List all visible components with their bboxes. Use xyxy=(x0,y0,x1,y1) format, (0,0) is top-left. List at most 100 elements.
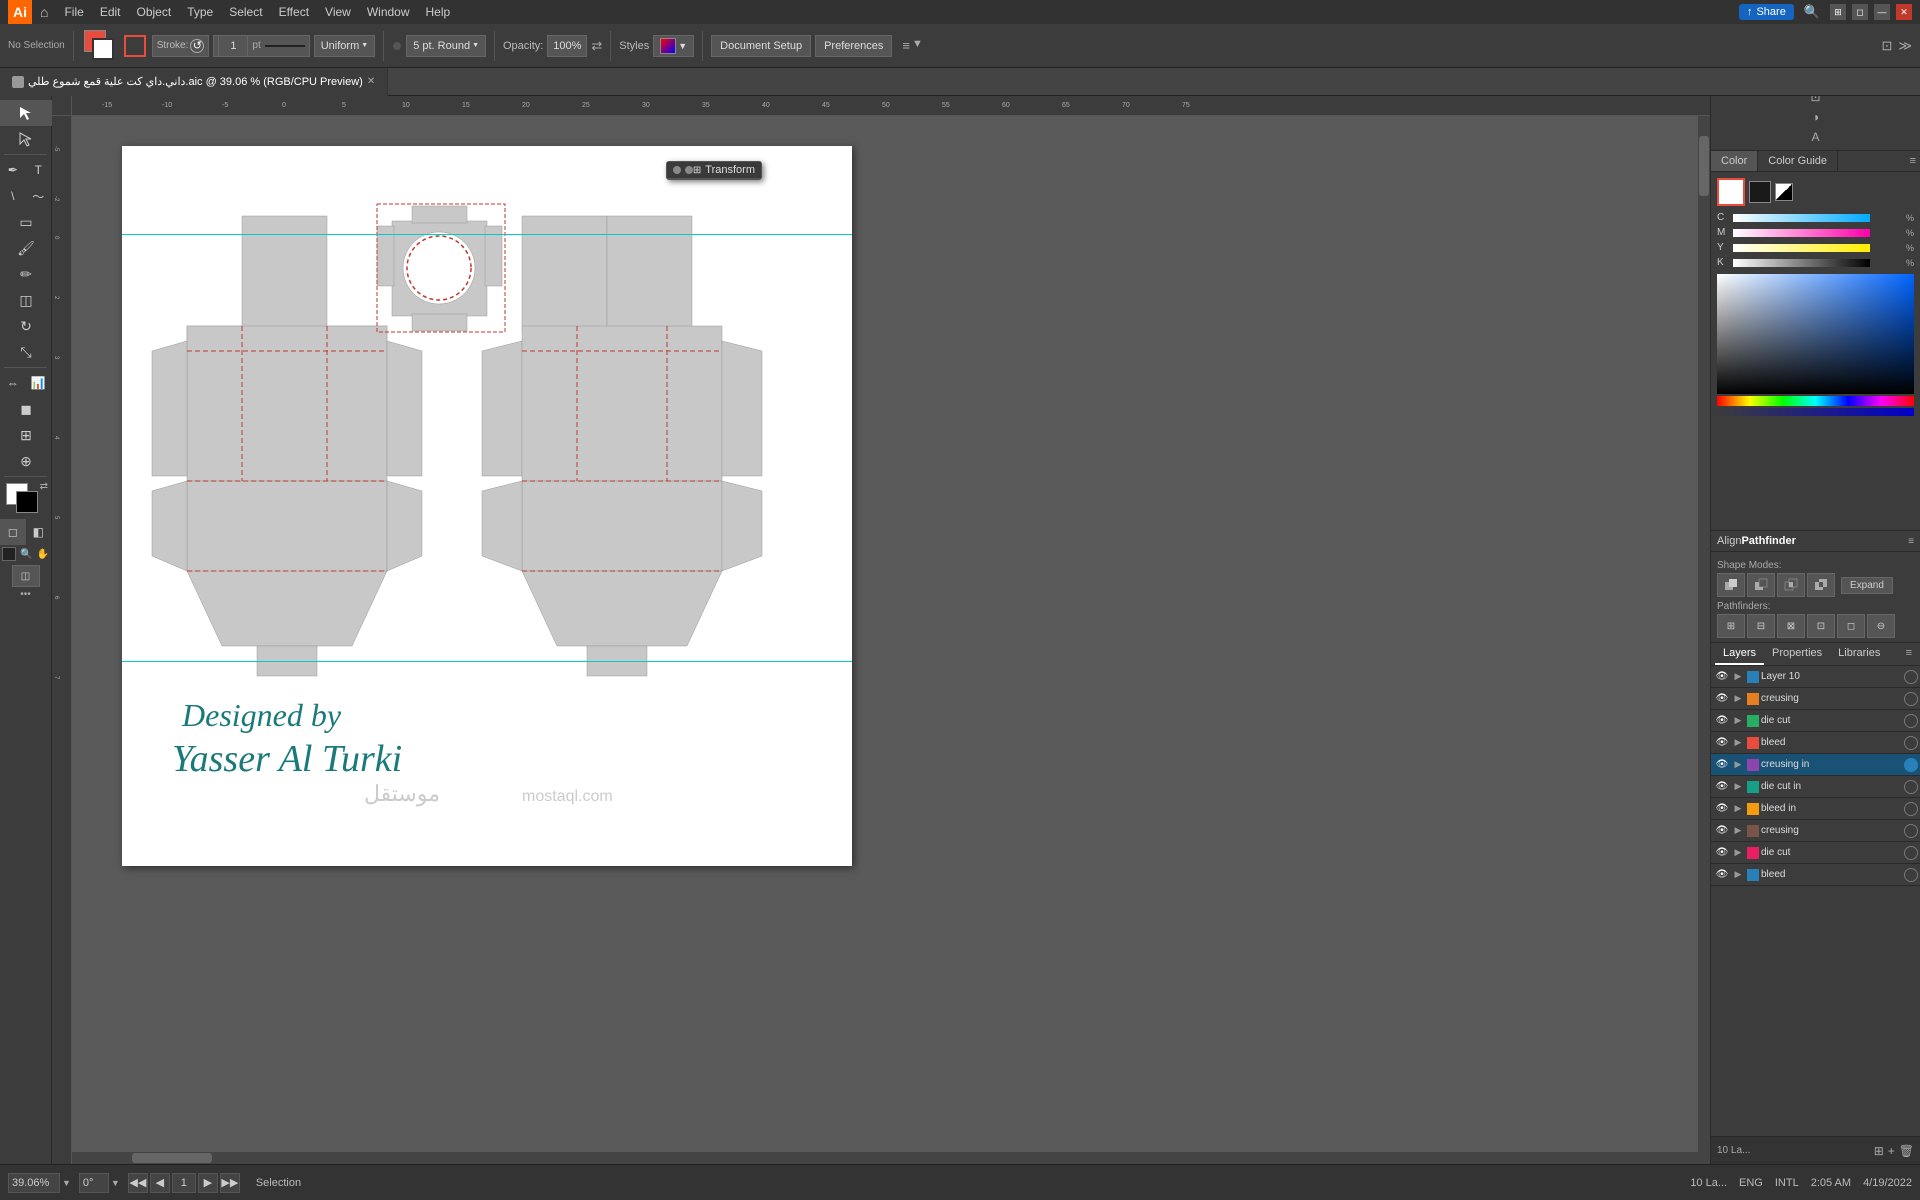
layer-expand-btn[interactable]: ▶ xyxy=(1731,822,1745,840)
line-tool[interactable]: \ xyxy=(0,183,26,209)
layer-row[interactable]: 👁 ▶ creusing xyxy=(1711,820,1920,842)
properties-tab[interactable]: Properties xyxy=(1764,643,1830,665)
layer-row[interactable]: 👁 ▶ die cut xyxy=(1711,710,1920,732)
menu-type[interactable]: Type xyxy=(179,0,221,24)
panel-toggle-btn[interactable]: ⊞ xyxy=(1830,4,1846,20)
close-btn[interactable]: ✕ xyxy=(1896,4,1912,20)
pen-tool[interactable]: ✒ xyxy=(0,157,26,183)
opacity-arrows[interactable]: ⇄ xyxy=(591,38,602,54)
layer-expand-btn[interactable]: ▶ xyxy=(1731,690,1745,708)
layer-row[interactable]: 👁 ▶ bleed xyxy=(1711,864,1920,886)
layer-expand-btn[interactable]: ▶ xyxy=(1731,668,1745,686)
page-prev-btn[interactable]: ◀◀ xyxy=(128,1173,148,1193)
edit-artboard-btn[interactable]: ◫ xyxy=(0,565,51,587)
layer-row[interactable]: 👁 ▶ bleed in xyxy=(1711,798,1920,820)
layer-expand-btn[interactable]: ▶ xyxy=(1731,866,1745,884)
layer-row[interactable]: 👁 ▶ creusing xyxy=(1711,688,1920,710)
layer-target-btn[interactable] xyxy=(1904,714,1918,728)
libraries-tab[interactable]: Libraries xyxy=(1830,643,1888,665)
layer-target-btn[interactable] xyxy=(1904,670,1918,684)
scale-tool[interactable]: ⤡ xyxy=(0,339,52,365)
stroke-width-input[interactable] xyxy=(218,35,248,57)
layer-visibility-btn[interactable]: 👁 xyxy=(1713,734,1731,752)
color-panel-menu[interactable]: ≡ xyxy=(1906,151,1920,171)
swap-colors-icon[interactable]: ⇄ xyxy=(40,481,48,492)
layer-expand-btn[interactable]: ▶ xyxy=(1731,756,1745,774)
fill-swatch[interactable] xyxy=(1717,178,1745,206)
layer-row[interactable]: 👁 ▶ die cut in xyxy=(1711,776,1920,798)
page-input[interactable] xyxy=(172,1173,196,1193)
tab-close-btn[interactable]: ✕ xyxy=(367,76,375,87)
zoom-arrow[interactable]: ▼ xyxy=(62,1178,71,1188)
layer-visibility-btn[interactable]: 👁 xyxy=(1713,668,1731,686)
layer-expand-btn[interactable]: ▶ xyxy=(1731,734,1745,752)
layer-visibility-btn[interactable]: 👁 xyxy=(1713,866,1731,884)
layer-row[interactable]: 👁 ▶ bleed xyxy=(1711,732,1920,754)
layer-visibility-btn[interactable]: 👁 xyxy=(1713,822,1731,840)
hand-tool[interactable]: ✋ xyxy=(37,549,49,560)
menu-window[interactable]: Window xyxy=(359,0,418,24)
doc-setup-btn[interactable]: Document Setup xyxy=(711,35,811,57)
layer-row-active[interactable]: 👁 ▶ creusing in xyxy=(1711,754,1920,776)
rotation-input[interactable] xyxy=(79,1173,109,1193)
layer-expand-btn[interactable]: ▶ xyxy=(1731,844,1745,862)
layer-visibility-btn[interactable]: 👁 xyxy=(1713,712,1731,730)
menu-edit[interactable]: Edit xyxy=(92,0,129,24)
color-spectrum[interactable] xyxy=(1717,274,1914,394)
layer-target-btn[interactable] xyxy=(1904,802,1918,816)
styles-btn[interactable]: ▼ xyxy=(653,35,694,57)
layer-target-btn[interactable] xyxy=(1904,868,1918,882)
eraser-tool[interactable]: ◫ xyxy=(0,287,52,313)
unite-btn[interactable] xyxy=(1717,573,1745,597)
color-guide-tab[interactable]: Color Guide xyxy=(1758,151,1838,171)
transform-minimize-btn[interactable] xyxy=(673,166,681,174)
cmyk-c-slider[interactable] xyxy=(1733,214,1870,222)
active-tab[interactable]: داني.داي كت علية قمع شموع طلي.aic @ 39.0… xyxy=(0,68,388,96)
stroke-style-dropdown[interactable]: Uniform xyxy=(314,35,375,57)
layer-visibility-btn[interactable]: 👁 xyxy=(1713,844,1731,862)
stroke-icon[interactable]: ↺ xyxy=(190,39,204,53)
arrange-icon[interactable]: ≡ xyxy=(902,38,910,53)
normal-mode-btn[interactable]: ◻ xyxy=(0,519,26,545)
stroke-color-box[interactable] xyxy=(92,38,114,60)
layer-row[interactable]: 👁 ▶ Layer 10 xyxy=(1711,666,1920,688)
pathfinder-panel-title[interactable]: Pathfinder xyxy=(1741,535,1795,547)
make-sublayer-btn[interactable]: ⊞ xyxy=(1874,1144,1884,1158)
layer-target-btn[interactable] xyxy=(1904,758,1918,772)
layer-visibility-btn[interactable]: 👁 xyxy=(1713,800,1731,818)
select-tool[interactable] xyxy=(0,100,52,126)
color-tab[interactable]: Color xyxy=(1711,151,1758,171)
rotation-arrow[interactable]: ▼ xyxy=(111,1178,120,1188)
transform-close-btn[interactable] xyxy=(685,166,693,174)
more-tools-btn[interactable]: ••• xyxy=(0,589,51,600)
layer-visibility-btn[interactable]: 👁 xyxy=(1713,778,1731,796)
cmyk-m-slider[interactable] xyxy=(1733,229,1870,237)
mask-mode-btn[interactable]: ◧ xyxy=(26,519,52,545)
rotate-tool[interactable]: ↻ xyxy=(0,313,52,339)
menu-help[interactable]: Help xyxy=(418,0,459,24)
stroke-swatch[interactable] xyxy=(1749,181,1771,203)
full-screen-icon[interactable] xyxy=(2,547,16,561)
menu-file[interactable]: File xyxy=(56,0,91,24)
layer-expand-btn[interactable]: ▶ xyxy=(1731,778,1745,796)
mesh-tool[interactable]: ⊞ xyxy=(0,422,52,448)
divide-btn[interactable]: ⊞ xyxy=(1717,614,1745,638)
none-swatch[interactable] xyxy=(1775,183,1793,201)
layer-target-btn[interactable] xyxy=(1904,780,1918,794)
new-layer-btn[interactable]: + xyxy=(1888,1144,1895,1158)
page-fwd-btn[interactable]: ▶ xyxy=(198,1173,218,1193)
layer-visibility-btn[interactable]: 👁 xyxy=(1713,756,1731,774)
cmyk-k-slider[interactable] xyxy=(1733,259,1870,267)
outline-btn[interactable]: ◻ xyxy=(1837,614,1865,638)
share-button[interactable]: ↑ Share xyxy=(1739,4,1794,20)
zoom-icon[interactable]: 🔍 xyxy=(20,549,32,560)
panel-icon-1[interactable]: ⊡ xyxy=(1881,38,1892,54)
rect-tool[interactable]: ▭ xyxy=(0,209,52,235)
character-icon[interactable]: A xyxy=(1809,128,1821,146)
layer-expand-btn[interactable]: ▶ xyxy=(1731,800,1745,818)
page-last-btn[interactable]: ▶▶ xyxy=(220,1173,240,1193)
opacity-input[interactable] xyxy=(547,35,587,57)
layer-target-btn[interactable] xyxy=(1904,824,1918,838)
zoom-input[interactable] xyxy=(8,1173,60,1193)
graph-tool[interactable]: 📊 xyxy=(26,370,52,396)
